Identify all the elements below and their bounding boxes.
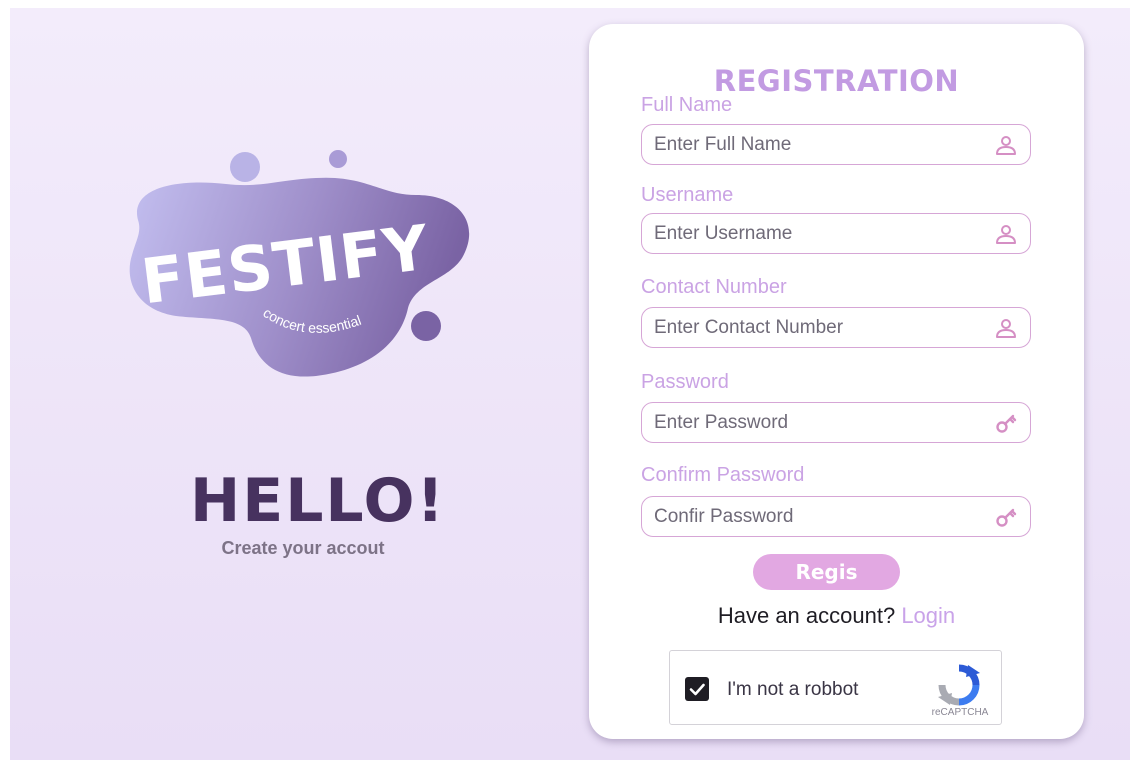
- full-name-input[interactable]: [654, 133, 984, 156]
- recaptcha-checkbox[interactable]: [685, 677, 709, 701]
- recaptcha-label: I'm not a robbot: [727, 679, 859, 700]
- full-name-label: Full Name: [641, 94, 733, 116]
- password-field[interactable]: [641, 402, 1031, 443]
- contact-number-input[interactable]: [654, 316, 984, 339]
- festify-logo-graphic: FESTIFY concert essential: [129, 150, 470, 377]
- confirm-password-label: Confirm Password: [641, 464, 805, 486]
- confirm-password-field[interactable]: [641, 496, 1031, 537]
- registration-card: REGISTRATION Full Name Username Contact …: [589, 24, 1084, 739]
- recaptcha-logo-icon: [938, 664, 980, 706]
- registration-title: REGISTRATION: [713, 64, 960, 98]
- username-field[interactable]: [641, 213, 1031, 254]
- festify-logo: FESTIFY concert essential: [116, 140, 476, 390]
- key-icon: [996, 414, 1017, 433]
- have-account-prompt: Have an account? Login: [589, 603, 1084, 629]
- contact-number-label: Contact Number: [641, 276, 787, 298]
- recaptcha-widget: I'm not a robbot reCAPTCHA: [669, 650, 1002, 725]
- contact-number-field[interactable]: [641, 307, 1031, 348]
- username-label: Username: [641, 184, 734, 206]
- user-icon: [996, 136, 1016, 155]
- key-icon: [996, 508, 1017, 527]
- confirm-password-input[interactable]: [654, 505, 984, 528]
- create-account-subtitle: Create your accout: [221, 538, 385, 558]
- hello-heading: HELLO!: [190, 466, 446, 536]
- user-icon: [996, 319, 1016, 338]
- have-account-text: Have an account?: [717, 603, 896, 628]
- password-input[interactable]: [654, 411, 984, 434]
- username-input[interactable]: [654, 222, 984, 245]
- user-icon: [996, 225, 1016, 244]
- checkmark-icon: [689, 683, 705, 696]
- recaptcha-brand: reCAPTCHA: [931, 707, 989, 718]
- full-name-field[interactable]: [641, 124, 1031, 165]
- register-button[interactable]: Regis: [753, 554, 900, 590]
- password-label: Password: [641, 371, 729, 393]
- login-link[interactable]: Login: [901, 603, 955, 628]
